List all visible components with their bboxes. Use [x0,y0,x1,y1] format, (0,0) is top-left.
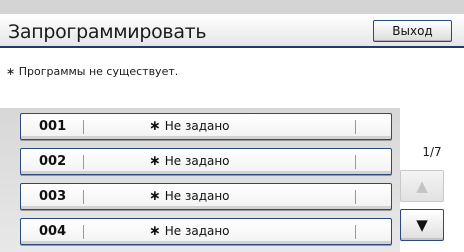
scroll-down-button[interactable]: ▼ [400,209,444,241]
program-label: ∗ Не задано [149,114,230,139]
program-label-text: Не задано [164,189,230,203]
program-row-004[interactable]: 004 ∗ Не задано [20,218,392,245]
triangle-down-icon: ▼ [416,216,428,234]
divider [83,225,84,239]
program-number: 003 [39,189,67,204]
program-list: 001 ∗ Не задано 002 ∗ Не задано 003 ∗ Не за… [0,108,400,252]
scroll-up-button[interactable]: ▲ [400,170,444,202]
unset-mark-icon: ∗ [149,153,161,169]
program-label: ∗ Не задано [149,149,230,174]
page-title: Запрограммировать [8,21,207,43]
program-row-002[interactable]: 002 ∗ Не задано [20,148,392,175]
program-label: ∗ Не задано [149,184,230,209]
program-number: 004 [39,224,67,239]
divider [83,155,84,169]
program-label: ∗ Не задано [149,219,230,244]
unset-mark-icon: ∗ [149,223,161,239]
top-strip [0,0,464,14]
exit-button[interactable]: Выход [373,20,452,42]
divider [83,190,84,204]
unset-mark-icon: ∗ [149,118,161,134]
divider [83,120,84,134]
program-number: 002 [39,154,67,169]
program-row-003[interactable]: 003 ∗ Не задано [20,183,392,210]
program-row-001[interactable]: 001 ∗ Не задано [20,113,392,140]
divider [355,120,356,134]
triangle-up-icon: ▲ [416,177,428,195]
page-indicator: 1/7 [422,145,442,159]
info-note: ∗ Программы не существует. [6,65,179,78]
divider [355,155,356,169]
program-number: 001 [39,119,67,134]
program-label-text: Не задано [164,224,230,238]
divider [355,225,356,239]
program-label-text: Не задано [164,154,230,168]
divider [355,190,356,204]
program-label-text: Не задано [164,119,230,133]
unset-mark-icon: ∗ [149,188,161,204]
